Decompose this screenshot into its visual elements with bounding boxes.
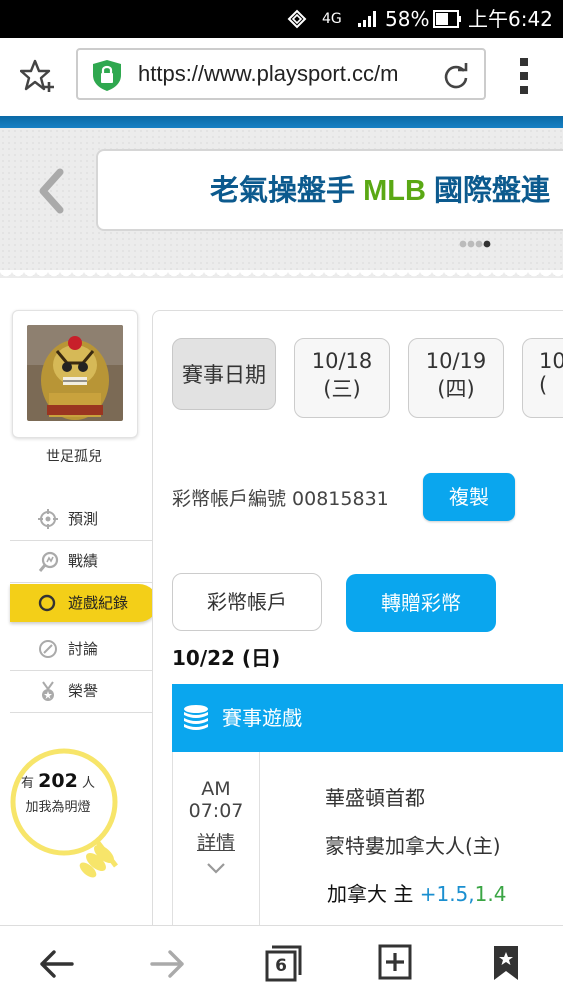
browser-bottom-nav: 6 (0, 925, 563, 1001)
fans-prefix: 有 (21, 776, 35, 791)
pick-odds: 1.4 (474, 882, 507, 906)
tabs-button[interactable]: 6 (262, 942, 302, 984)
forward-arrow-icon[interactable] (150, 950, 186, 978)
sidebar-item-record[interactable]: 戰績 (10, 540, 152, 583)
sidebar-item-label: 預測 (68, 510, 99, 528)
date-tab-next[interactable]: 10 ( (522, 338, 563, 418)
secure-lock-icon (93, 60, 121, 91)
date-tab-date: 10/18 (311, 349, 373, 373)
avatar (27, 325, 123, 421)
site-header-band (0, 116, 563, 128)
crosshair-icon (38, 509, 58, 529)
fans-count: 202 (38, 770, 78, 792)
coin-stack-icon (184, 705, 208, 730)
game-row: AM 07:07 詳情 華盛頓首都 蒙特婁加拿大人(主) 加拿大 主 +1.5,… (172, 752, 563, 926)
network-type: 4G (322, 11, 342, 27)
banner-prev-arrow-icon[interactable] (36, 168, 66, 214)
more-menu-icon[interactable] (517, 56, 531, 96)
status-bar: 4G 58% 上午6:42 (0, 0, 563, 38)
fans-suffix: 人 (81, 776, 95, 791)
battery-percent: 58% (385, 7, 430, 31)
username[interactable]: 世足孤兒 (12, 446, 136, 466)
banner-text-part3: 國際盤連 (433, 175, 550, 207)
game-time: 07:07 (188, 800, 244, 822)
bookmarks-icon[interactable] (492, 944, 520, 982)
discussion-icon (39, 640, 57, 658)
banner-pagination-dots (459, 240, 491, 248)
banner-edge (0, 270, 563, 282)
away-team: 華盛頓首都 (325, 786, 425, 810)
date-tabs-label: 賽事日期 (172, 338, 276, 410)
section-date-heading: 10/22 (日) (172, 646, 281, 670)
pick-line: +1.5, (419, 882, 475, 906)
clock: 上午6:42 (468, 7, 553, 31)
date-tab-weekday: (三) (323, 377, 361, 401)
banner-text-part2: MLB (363, 175, 426, 207)
chevron-down-icon[interactable] (205, 861, 227, 875)
game-time-cell: AM 07:07 詳情 (173, 752, 260, 926)
tab-count: 6 (275, 956, 287, 976)
battery-icon (433, 10, 461, 28)
back-arrow-icon[interactable] (38, 950, 74, 978)
pick-label: 加拿大 主 (327, 882, 414, 906)
medal-icon (42, 681, 54, 701)
date-tab-weekday: ( (539, 373, 548, 397)
banner-slide[interactable]: 老氣操盤手 MLB 國際盤連 (96, 149, 563, 231)
home-team: 蒙特婁加拿大人(主) (325, 834, 501, 858)
magnifier-chart-icon (38, 551, 59, 572)
account-number-label: 彩幣帳戶編號 00815831 (172, 488, 389, 510)
game-pick: 加拿大 主 +1.5,1.4 (327, 878, 506, 907)
sidebar-item-label: 討論 (68, 640, 99, 658)
sidebar-item-honor[interactable]: 榮譽 (10, 670, 152, 713)
fans-count-text[interactable]: 有 202 人 (18, 770, 98, 792)
coin-account-button[interactable]: 彩幣帳戶 (172, 573, 322, 631)
bookmark-star-add-icon[interactable] (20, 58, 58, 94)
transfer-coin-button[interactable]: 轉贈彩幣 (346, 574, 496, 632)
game-ampm: AM (201, 778, 231, 800)
copy-button[interactable]: 複製 (423, 473, 515, 521)
banner-headline: 老氣操盤手 MLB 國際盤連 (210, 151, 550, 229)
sync-icon (287, 9, 307, 29)
new-tab-icon[interactable] (378, 944, 412, 980)
url-bar[interactable]: https://www.playsport.cc/m (76, 48, 486, 100)
reload-icon[interactable] (442, 62, 470, 90)
games-header-title: 賽事遊戲 (222, 706, 302, 730)
browser-toolbar: https://www.playsport.cc/m (0, 38, 563, 117)
sidebar-item-game-records-active[interactable]: 遊戲紀錄 (10, 584, 158, 622)
circle-icon (38, 594, 56, 612)
sidebar-item-predict[interactable]: 預測 (10, 498, 152, 541)
sidebar-item-discussion[interactable]: 討論 (10, 628, 152, 671)
date-tab-1018[interactable]: 10/18 (三) (294, 338, 390, 418)
avatar-card[interactable] (12, 310, 138, 438)
sidebar-item-label: 戰績 (68, 552, 99, 570)
signal-icon (358, 11, 376, 27)
date-tab-date: 10 (539, 349, 563, 373)
games-header-bar: 賽事遊戲 (172, 684, 563, 752)
banner-text-part1: 老氣操盤手 (210, 175, 356, 207)
fans-cta-text[interactable]: 加我為明燈 (18, 796, 98, 815)
url-text[interactable]: https://www.playsport.cc/m (138, 50, 438, 98)
date-tab-date: 10/19 (425, 349, 487, 373)
sidebar-item-label: 遊戲紀錄 (68, 594, 129, 612)
details-link[interactable]: 詳情 (173, 828, 259, 855)
sidebar-item-label: 榮譽 (68, 682, 99, 700)
date-tab-weekday: (四) (437, 377, 475, 401)
date-tab-1019[interactable]: 10/19 (四) (408, 338, 504, 418)
